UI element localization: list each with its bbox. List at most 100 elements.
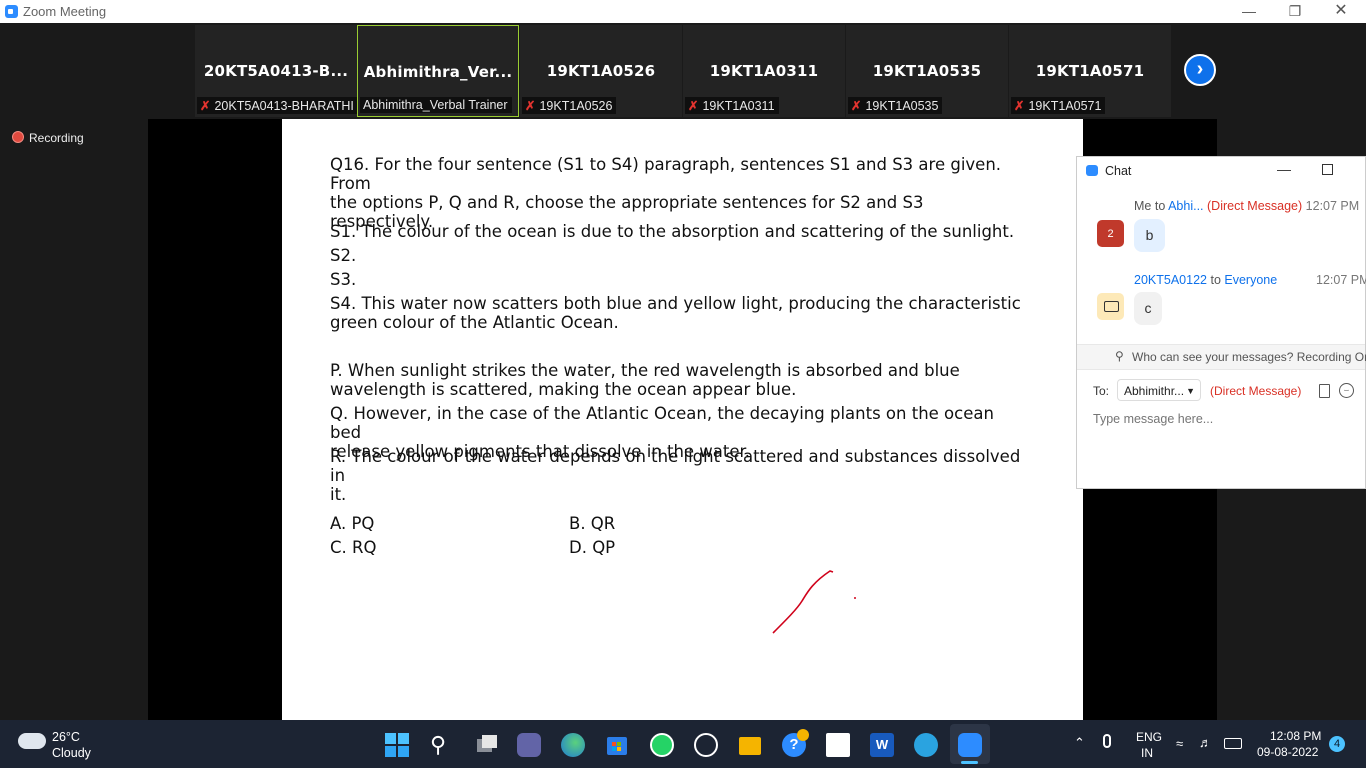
muted-mic-icon: ✗ [688, 99, 699, 113]
direct-message-tag: (Direct Message) [1207, 199, 1303, 213]
restore-button[interactable]: ❐ [1272, 0, 1318, 23]
sentence-s2: S2. [330, 246, 357, 265]
weather-condition[interactable]: Cloudy [52, 746, 91, 760]
answer-a: A. PQ [330, 514, 375, 533]
active-app-indicator [961, 761, 978, 764]
message-recipient[interactable]: Abhi... [1168, 199, 1203, 213]
chevron-up-icon[interactable]: ⌃ [1074, 735, 1085, 751]
participant-label: ✗ 20KT5A0413-BHARATHI [197, 97, 358, 114]
whatsapp-icon[interactable] [650, 733, 674, 757]
option-r: R. The colour of the water depends on th… [330, 447, 1030, 504]
file-explorer-icon[interactable] [738, 733, 762, 757]
minimize-button[interactable]: — [1226, 0, 1272, 23]
participant-label-text: 19KT1A0535 [865, 99, 939, 113]
chat-message-input[interactable] [1091, 407, 1345, 431]
popout-chat-button[interactable] [1322, 164, 1333, 175]
store-icon[interactable] [605, 733, 629, 757]
shared-slide: Q16. For the four sentence (S1 to S4) pa… [282, 119, 1083, 720]
notification-dot-icon [797, 729, 809, 741]
participant-name: 19KT1A0535 [872, 62, 982, 80]
chat-title: Chat [1105, 164, 1132, 178]
message-bubble: b [1134, 219, 1165, 252]
sentence-line: it. [330, 485, 347, 504]
participant-label-text: Abhimithra_Verbal Trainer [363, 98, 508, 112]
close-button[interactable]: ✕ [1318, 0, 1364, 23]
next-page-button[interactable]: › [1184, 54, 1216, 86]
message-sender[interactable]: 20KT5A0122 [1134, 273, 1207, 287]
user-lock-icon: ⚲ [1115, 349, 1124, 363]
search-icon[interactable]: ⚲ [430, 733, 454, 757]
to-label: To: [1093, 384, 1110, 398]
message-meta: Me to Abhi... (Direct Message) 12:07 PM [1134, 199, 1359, 213]
minimize-chat-button[interactable]: — [1277, 161, 1291, 177]
participant-label: Abhimithra_Verbal Trainer [360, 97, 512, 113]
sentence-line: Q. However, in the case of the Atlantic … [330, 404, 994, 442]
annotation-dot [854, 597, 856, 599]
recipient-select[interactable]: Abhimithr... ▼ [1117, 379, 1201, 401]
annotation-drawing [772, 570, 856, 634]
app-circle-icon[interactable] [694, 733, 718, 757]
word-icon[interactable]: W [870, 733, 894, 757]
muted-mic-icon: ✗ [851, 99, 862, 113]
clock-time[interactable]: 12:08 PM [1270, 729, 1321, 743]
message-time: 12:07 PM [1316, 273, 1366, 287]
media-app-icon[interactable] [826, 733, 850, 757]
option-p: P. When sunlight strikes the water, the … [330, 361, 1030, 399]
weather-temperature[interactable]: 26°C [52, 730, 80, 744]
participant-label: ✗ 19KT1A0571 [1011, 97, 1106, 114]
chat-header: Chat — [1077, 157, 1365, 185]
zoom-app-icon [5, 5, 18, 18]
message-time: 12:07 PM [1305, 199, 1360, 213]
chevron-down-icon: ▼ [1186, 386, 1195, 396]
recipient-select-value: Abhimithr... [1124, 384, 1185, 398]
file-icon[interactable] [1319, 384, 1330, 398]
participant-tile[interactable]: 19KT1A0571 ✗ 19KT1A0571 [1009, 25, 1171, 117]
language-code[interactable]: ENG [1136, 730, 1162, 744]
avatar: 2 [1097, 220, 1124, 247]
emoji-icon[interactable]: ⌣ [1339, 383, 1354, 398]
participant-name: 20KT5A0413-B... [203, 62, 349, 80]
muted-mic-icon: ✗ [200, 99, 211, 113]
record-dot-icon [12, 131, 24, 143]
window-title: Zoom Meeting [23, 4, 107, 19]
participant-label-text: 19KT1A0526 [539, 99, 613, 113]
recording-indicator[interactable]: Recording [12, 131, 84, 145]
sentence-line: green colour of the Atlantic Ocean. [330, 313, 619, 332]
avatar [1097, 293, 1124, 320]
participant-name: 19KT1A0526 [546, 62, 656, 80]
chevron-right-icon: › [1196, 58, 1204, 80]
windows-start-icon[interactable] [385, 733, 409, 757]
participant-tile[interactable]: 19KT1A0535 ✗ 19KT1A0535 [846, 25, 1008, 117]
participant-name: 19KT1A0311 [709, 62, 819, 80]
participant-label-text: 19KT1A0571 [1028, 99, 1102, 113]
participant-tile-active[interactable]: Abhimithra_Ver... Abhimithra_Verbal Trai… [357, 25, 519, 117]
teams-chat-icon[interactable] [517, 733, 541, 757]
speaker-icon[interactable]: ♬ [1199, 735, 1212, 750]
sentence-line: R. The colour of the water depends on th… [330, 447, 1021, 485]
zoom-taskbar-icon[interactable] [958, 733, 982, 757]
microphone-icon[interactable] [1103, 734, 1111, 748]
privacy-bar[interactable]: ⚲ Who can see your messages? Recording O… [1077, 344, 1366, 370]
edge-browser-icon[interactable] [561, 733, 585, 757]
direct-message-tag: (Direct Message) [1210, 384, 1302, 398]
telegram-icon[interactable] [914, 733, 938, 757]
participant-label: ✗ 19KT1A0535 [848, 97, 943, 114]
wifi-icon[interactable]: ≈ [1176, 736, 1183, 751]
recording-label: Recording [29, 131, 84, 145]
participant-tile[interactable]: 19KT1A0311 ✗ 19KT1A0311 [683, 25, 845, 117]
sentence-s4: S4. This water now scatters both blue an… [330, 294, 1030, 332]
battery-icon[interactable] [1224, 738, 1242, 749]
cloud-icon[interactable] [18, 733, 46, 749]
task-view-icon[interactable] [474, 733, 498, 757]
message-to-word: to [1210, 273, 1221, 287]
avatar-logo-icon [1104, 301, 1119, 312]
language-region[interactable]: IN [1141, 746, 1153, 760]
question-text: Q16. For the four sentence (S1 to S4) pa… [330, 155, 1030, 231]
notification-badge[interactable]: 4 [1329, 736, 1345, 752]
taskbar [0, 720, 1366, 768]
participant-tile[interactable]: 19KT1A0526 ✗ 19KT1A0526 [520, 25, 682, 117]
participant-strip: 20KT5A0413-B... ✗ 20KT5A0413-BHARATHI Abh… [0, 23, 1366, 119]
clock-date[interactable]: 09-08-2022 [1257, 745, 1318, 759]
answer-b: B. QR [569, 514, 616, 533]
participant-tile[interactable]: 20KT5A0413-B... ✗ 20KT5A0413-BHARATHI [195, 25, 358, 117]
